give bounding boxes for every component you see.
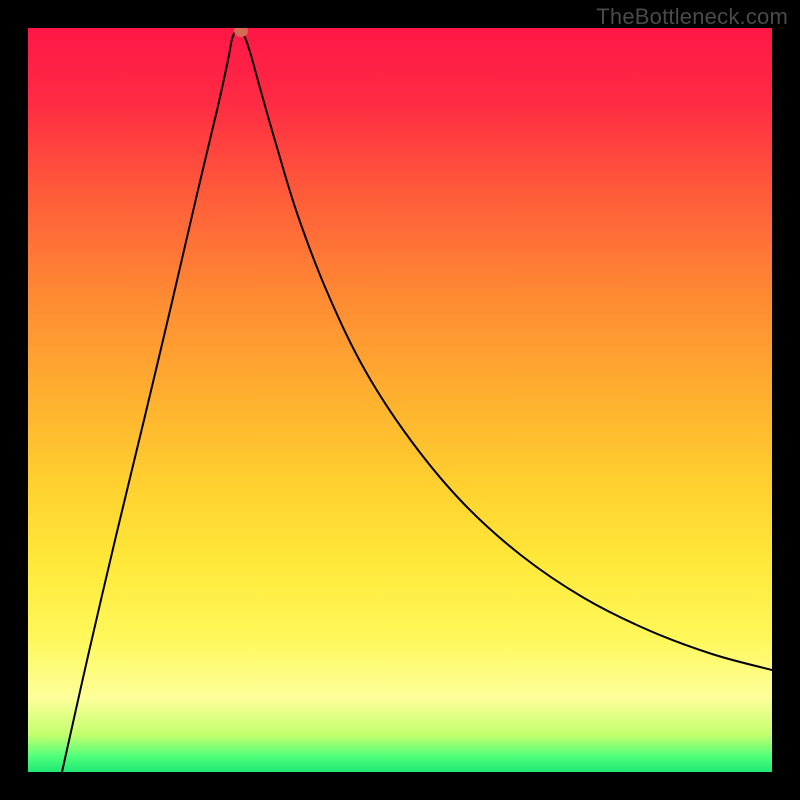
bottleneck-curve bbox=[62, 31, 772, 772]
watermark-label: TheBottleneck.com bbox=[596, 4, 788, 30]
chart-frame bbox=[28, 28, 772, 772]
vertex-marker bbox=[234, 28, 248, 37]
chart-svg bbox=[28, 28, 772, 772]
